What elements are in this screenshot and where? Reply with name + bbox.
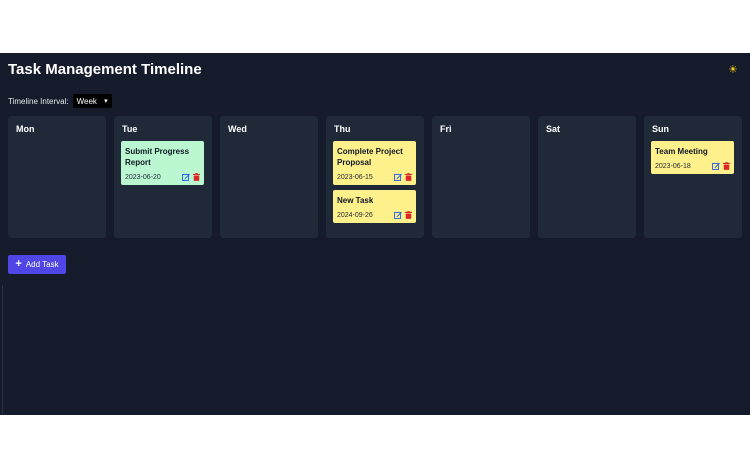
edit-icon[interactable] xyxy=(394,173,402,181)
day-column-fri: Fri xyxy=(432,116,530,238)
day-name: Wed xyxy=(228,124,247,134)
task-date: 2023-06-20 xyxy=(125,173,161,181)
day-name: Tue xyxy=(122,124,138,134)
page-title: Task Management Timeline xyxy=(8,61,202,78)
task-card[interactable]: New Task 2024-09-26 xyxy=(333,190,416,223)
task-card[interactable]: Submit Progress Report 2023-06-20 xyxy=(121,141,204,185)
day-name: Mon xyxy=(16,124,35,134)
edit-icon[interactable] xyxy=(712,162,720,170)
delete-icon[interactable] xyxy=(193,173,200,181)
edit-icon[interactable] xyxy=(182,173,190,181)
day-name: Sat xyxy=(546,124,561,134)
interval-select[interactable]: Week ▾ xyxy=(72,94,112,108)
task-title: Complete Project Proposal xyxy=(337,147,403,167)
interval-control: Timeline Interval: Week ▾ xyxy=(8,94,112,108)
day-column-mon: Mon xyxy=(8,116,106,238)
interval-label: Timeline Interval: xyxy=(8,96,69,106)
day-column-tue: Tue Submit Progress Report 2023-06-20 xyxy=(114,116,212,238)
sun-icon[interactable]: ☀ xyxy=(728,63,738,76)
day-column-sat: Sat xyxy=(538,116,636,238)
task-date: 2023-06-15 xyxy=(337,173,373,181)
task-card[interactable]: Complete Project Proposal 2023-06-15 xyxy=(333,141,416,185)
chevron-down-icon: ▾ xyxy=(104,98,108,105)
day-column-sun: Sun Team Meeting 2023-06-18 xyxy=(644,116,742,238)
delete-icon[interactable] xyxy=(405,173,412,181)
task-title: Submit Progress Report xyxy=(125,147,190,167)
edit-icon[interactable] xyxy=(394,211,402,219)
app-container: Task Management Timeline ☀ Timeline Inte… xyxy=(0,53,750,415)
day-name: Sun xyxy=(652,124,669,134)
task-date: 2023-06-18 xyxy=(655,162,691,170)
task-date: 2024-09-26 xyxy=(337,211,373,219)
task-title: New Task xyxy=(337,196,374,205)
add-task-button[interactable]: + Add Task xyxy=(8,255,66,274)
day-column-thu: Thu Complete Project Proposal 2023-06-15 xyxy=(326,116,424,238)
delete-icon[interactable] xyxy=(405,211,412,219)
plus-icon: + xyxy=(15,258,22,270)
task-title: Team Meeting xyxy=(655,147,708,156)
divider xyxy=(2,285,3,415)
delete-icon[interactable] xyxy=(723,162,730,170)
add-task-label: Add Task xyxy=(25,260,59,269)
task-card[interactable]: Team Meeting 2023-06-18 xyxy=(651,141,734,174)
day-name: Thu xyxy=(334,124,351,134)
day-column-wed: Wed xyxy=(220,116,318,238)
interval-value: Week xyxy=(76,96,97,106)
day-name: Fri xyxy=(440,124,452,134)
